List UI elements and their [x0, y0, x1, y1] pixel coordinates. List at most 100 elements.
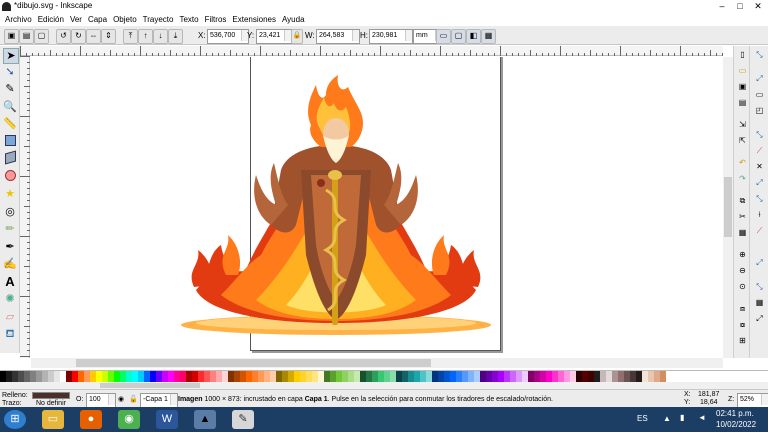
menu-texto[interactable]: Texto: [176, 13, 201, 26]
menu-ayuda[interactable]: Ayuda: [279, 13, 308, 26]
snap-page-icon[interactable]: ⤡: [754, 281, 765, 292]
rectangle-tool-icon[interactable]: [3, 135, 17, 149]
scale-stroke-icon[interactable]: ▭: [436, 29, 451, 44]
palette-scroll-thumb[interactable]: [100, 383, 200, 388]
raise-to-top-icon[interactable]: ⤒: [123, 29, 138, 44]
tweak-tool-icon[interactable]: ✎: [3, 82, 17, 96]
pencil-tool-icon[interactable]: ✏: [3, 222, 17, 236]
zoom-selection-icon[interactable]: ⊕: [737, 249, 748, 260]
lower-icon[interactable]: ↓: [153, 29, 168, 44]
vertical-scroll-thumb[interactable]: [724, 177, 732, 237]
menu-capa[interactable]: Capa: [85, 13, 110, 26]
flip-horizontal-icon[interactable]: ⇔: [86, 29, 101, 44]
network-icon[interactable]: ▮: [680, 413, 684, 422]
snap-smooth-icon[interactable]: ⤡: [754, 193, 765, 204]
tray-arrow-icon[interactable]: ▲: [663, 414, 671, 423]
redo-icon[interactable]: ↷: [737, 173, 748, 184]
vertical-ruler[interactable]: [20, 56, 30, 358]
select-all-layers-icon[interactable]: ▤: [19, 29, 34, 44]
calligraphy-tool-icon[interactable]: ✍: [3, 257, 17, 271]
snap-grid-icon[interactable]: ▦: [754, 297, 765, 308]
vertical-scrollbar[interactable]: [723, 57, 733, 358]
maximize-button[interactable]: □: [732, 0, 748, 12]
file-explorer-icon[interactable]: ▭: [42, 410, 64, 429]
layer-lock-icon[interactable]: 🔓: [129, 395, 138, 403]
print-icon[interactable]: ▤: [737, 97, 748, 108]
copy-icon[interactable]: ⧉: [737, 195, 748, 206]
cut-icon[interactable]: ✂: [737, 211, 748, 222]
horizontal-ruler[interactable]: [20, 46, 723, 56]
palette-scrollbar[interactable]: [0, 382, 768, 389]
rotate-cw-icon[interactable]: ↻: [71, 29, 86, 44]
undo-icon[interactable]: ↶: [737, 157, 748, 168]
snap-bbox-edge-icon[interactable]: ▭: [754, 89, 765, 100]
paint-icon[interactable]: ✎: [232, 410, 254, 429]
zoom-page-icon[interactable]: ⊙: [737, 281, 748, 292]
snap-midpoint-icon[interactable]: ⟊: [754, 209, 765, 220]
inkscape-taskbar-icon[interactable]: ▲: [194, 410, 216, 429]
star-tool-icon[interactable]: ★: [3, 187, 17, 201]
menu-ver[interactable]: Ver: [67, 13, 85, 26]
chrome-icon[interactable]: ◉: [118, 410, 140, 429]
lower-to-bottom-icon[interactable]: ⤓: [168, 29, 183, 44]
save-icon[interactable]: ▣: [737, 81, 748, 92]
snap-nodes-icon[interactable]: ⤡: [754, 129, 765, 140]
start-button-icon[interactable]: ⊞: [4, 410, 26, 429]
import-icon[interactable]: ⇲: [737, 119, 748, 130]
color-palette[interactable]: [0, 370, 768, 382]
snap-intersection-icon[interactable]: ✕: [754, 161, 765, 172]
snap-center-icon[interactable]: ⟋: [754, 225, 765, 236]
pen-tool-icon[interactable]: ✒: [3, 240, 17, 254]
close-button[interactable]: ✕: [750, 0, 766, 12]
snap-guide-icon[interactable]: ⤢: [754, 313, 765, 324]
clone-icon[interactable]: ⧇: [737, 319, 748, 330]
open-icon[interactable]: ▭: [737, 65, 748, 76]
zoom-input[interactable]: 52%: [737, 393, 768, 408]
w-input[interactable]: 264,583: [316, 29, 360, 44]
horizontal-scrollbar[interactable]: [31, 358, 723, 368]
ellipse-tool-icon[interactable]: [3, 170, 17, 184]
clock-date[interactable]: 10/02/2022: [716, 420, 756, 429]
paint-bucket-tool-icon[interactable]: ⛾: [3, 327, 17, 341]
horizontal-scroll-thumb[interactable]: [76, 359, 431, 367]
drawing-canvas[interactable]: [31, 57, 723, 358]
deselect-icon[interactable]: ▢: [34, 29, 49, 44]
opacity-input[interactable]: 100: [86, 393, 116, 408]
duplicate-icon[interactable]: ⧈: [737, 303, 748, 314]
word-icon[interactable]: W: [156, 410, 178, 429]
raise-icon[interactable]: ↑: [138, 29, 153, 44]
menu-extensiones[interactable]: Extensiones: [229, 13, 279, 26]
paste-icon[interactable]: ▦: [737, 227, 748, 238]
text-tool-icon[interactable]: A: [3, 275, 17, 289]
snap-rotation-center-icon[interactable]: ⤢: [754, 257, 765, 268]
zoom-tool-icon[interactable]: 🔍: [3, 100, 17, 114]
new-document-icon[interactable]: ▯: [737, 49, 748, 60]
firefox-icon[interactable]: ●: [80, 410, 102, 429]
move-patterns-icon[interactable]: ▦: [481, 29, 496, 44]
move-gradients-icon[interactable]: ◧: [466, 29, 481, 44]
menu-edicion[interactable]: Edición: [35, 13, 67, 26]
scale-corners-icon[interactable]: ▢: [451, 29, 466, 44]
snap-paths-icon[interactable]: ⟋: [754, 145, 765, 156]
selector-tool-icon[interactable]: ➤: [3, 48, 19, 64]
snap-bbox-icon[interactable]: ⤢: [754, 73, 765, 84]
rotate-ccw-icon[interactable]: ↺: [56, 29, 71, 44]
embedded-image[interactable]: [176, 75, 496, 340]
menu-trayecto[interactable]: Trayecto: [140, 13, 177, 26]
group-icon[interactable]: ⊞: [737, 335, 748, 346]
x-input[interactable]: 536,700: [207, 29, 249, 44]
menu-archivo[interactable]: Archivo: [2, 13, 35, 26]
minimize-button[interactable]: –: [714, 0, 730, 12]
layer-select[interactable]: -Capa 1: [140, 393, 178, 408]
measure-tool-icon[interactable]: 📏: [3, 117, 17, 131]
node-tool-icon[interactable]: ➘: [3, 65, 17, 79]
snap-toggle-icon[interactable]: ⤡: [754, 49, 765, 60]
fill-swatch[interactable]: [32, 392, 70, 399]
snap-bbox-corner-icon[interactable]: ◰: [754, 105, 765, 116]
3d-box-tool-icon[interactable]: [3, 150, 17, 166]
menu-filtros[interactable]: Filtros: [202, 13, 230, 26]
clock-time[interactable]: 02:41 p.m.: [716, 409, 754, 418]
layer-visibility-icon[interactable]: ◉: [118, 395, 124, 403]
menu-objeto[interactable]: Objeto: [110, 13, 140, 26]
snap-cusp-icon[interactable]: ⤢: [754, 177, 765, 188]
